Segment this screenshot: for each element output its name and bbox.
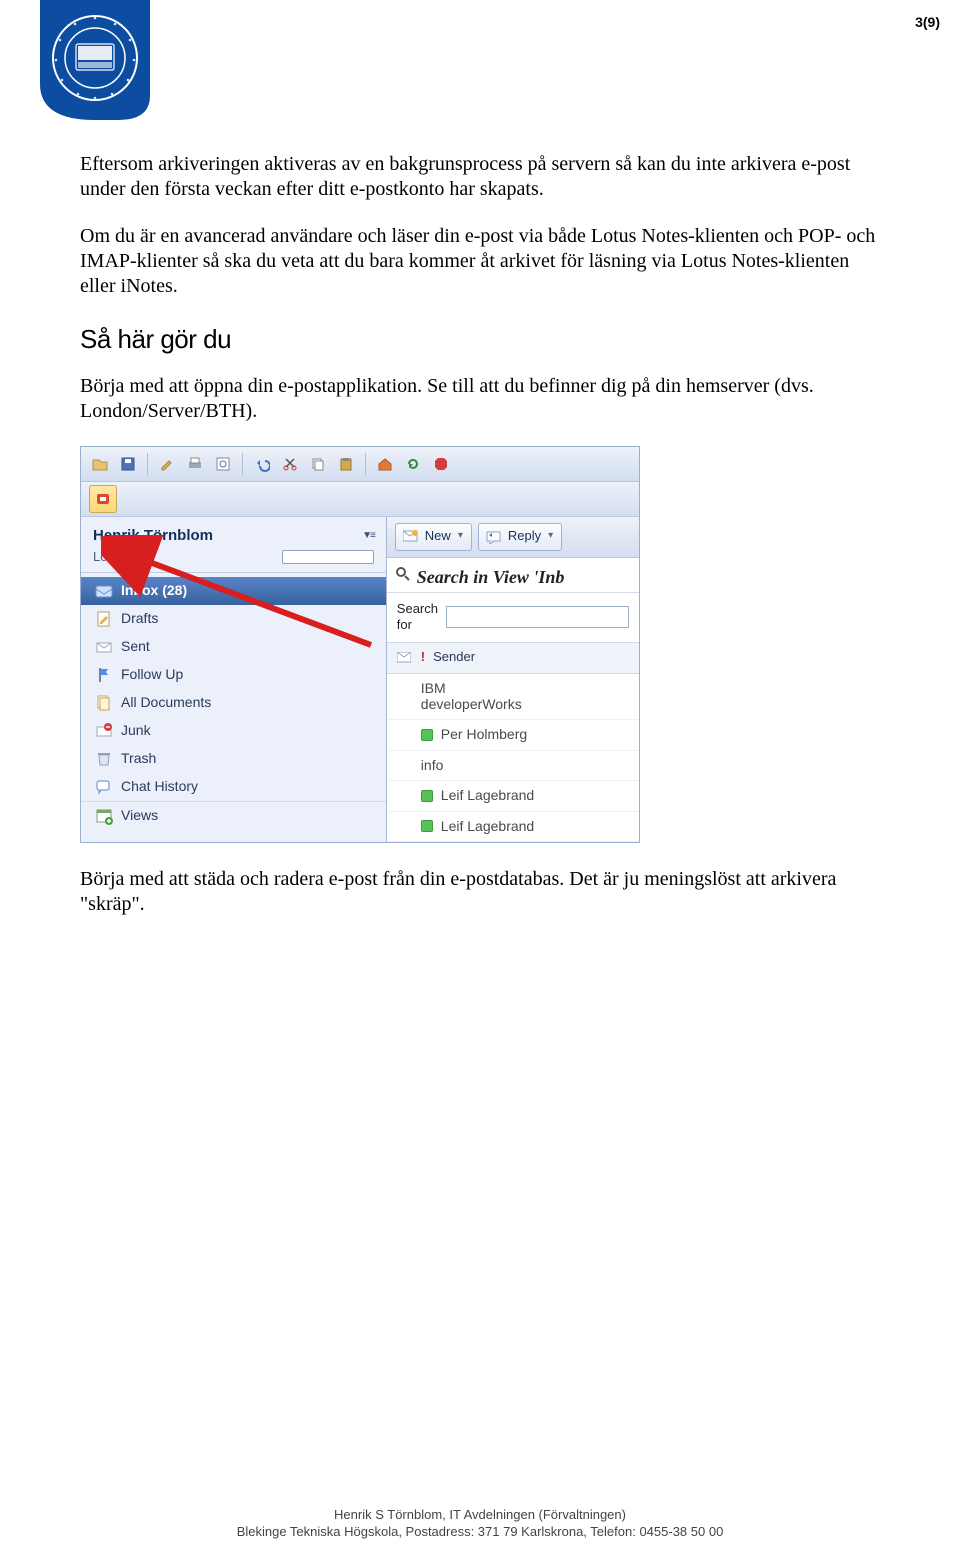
search-row: Search for (387, 593, 639, 643)
presence-available-icon (421, 729, 433, 741)
row-sender: Per Holmberg (441, 726, 527, 744)
sidebar-item-label: Trash (121, 750, 156, 768)
page-number: 3(9) (915, 14, 940, 30)
mailbox-owner: Henrik Törnblom (93, 527, 213, 546)
sidebar-item-label: Chat History (121, 778, 198, 796)
refresh-icon[interactable] (400, 451, 426, 477)
importance-icon: ! (421, 649, 425, 665)
stop-icon[interactable] (428, 451, 454, 477)
reply-icon (485, 528, 503, 546)
sidebar-item-trash[interactable]: Trash (81, 745, 386, 773)
button-label: New (425, 528, 451, 544)
quota-bar (282, 550, 374, 564)
sidebar-item-followup[interactable]: Follow Up (81, 661, 386, 689)
sent-icon (95, 638, 113, 656)
new-mail-icon (402, 528, 420, 546)
message-row[interactable]: info (387, 751, 639, 782)
message-actions: New ▾ Reply ▾ (387, 517, 639, 558)
toolbar (81, 447, 639, 482)
mail-sidebar: Henrik Törnblom ▼≡ London (81, 517, 387, 843)
row-sender: IBMdeveloperWorks (421, 680, 522, 714)
sidebar-item-label: All Documents (121, 694, 211, 712)
paste-icon[interactable] (333, 451, 359, 477)
bth-logo (40, 0, 150, 120)
undo-icon[interactable] (249, 451, 275, 477)
sidebar-item-label: Junk (121, 722, 151, 740)
message-row[interactable]: IBMdeveloperWorks (387, 674, 639, 721)
search-view-title: Search in View 'Inb (387, 558, 639, 594)
drafts-icon (95, 610, 113, 628)
section-heading: Så här gör du (80, 323, 880, 356)
presence-available-icon (421, 790, 433, 802)
column-header-sender: Sender (433, 649, 475, 665)
sidebar-item-label: Drafts (121, 610, 158, 628)
junk-icon (95, 722, 113, 740)
sidebar-item-all-documents[interactable]: All Documents (81, 689, 386, 717)
open-icon[interactable] (87, 451, 113, 477)
chat-icon (95, 778, 113, 796)
sidebar-menu-icon[interactable]: ▼≡ (362, 530, 374, 543)
all-docs-icon (95, 694, 113, 712)
paragraph: Börja med att öppna din e-postapplikatio… (80, 374, 880, 424)
sidebar-item-inbox[interactable]: Inbox (28) (81, 577, 386, 605)
save-icon[interactable] (115, 451, 141, 477)
preview-icon[interactable] (210, 451, 236, 477)
chevron-down-icon: ▾ (548, 530, 553, 543)
sidebar-header: Henrik Törnblom ▼≡ London (81, 517, 386, 573)
sidebar-item-label: Inbox (28) (121, 582, 187, 600)
sidebar-folder-list: Inbox (28) Drafts Sent (81, 573, 386, 834)
paragraph: Eftersom arkiveringen aktiveras av en ba… (80, 152, 880, 202)
presence-available-icon (421, 820, 433, 832)
copy-icon[interactable] (305, 451, 331, 477)
sidebar-item-junk[interactable]: Junk (81, 717, 386, 745)
sidebar-item-views[interactable]: Views (81, 801, 386, 830)
paragraph: Om du är en avancerad användare och läse… (80, 224, 880, 299)
sidebar-item-drafts[interactable]: Drafts (81, 605, 386, 633)
mail-server-name: London (93, 549, 136, 565)
row-sender: Leif Lagebrand (441, 787, 534, 805)
cut-icon[interactable] (277, 451, 303, 477)
row-sender: Leif Lagebrand (441, 818, 534, 836)
edit-icon[interactable] (154, 451, 180, 477)
sametime-status-icon[interactable] (89, 485, 117, 513)
lotus-notes-screenshot: Henrik Törnblom ▼≡ London (80, 446, 640, 844)
button-label: Reply (508, 528, 541, 544)
paragraph: Börja med att städa och radera e-post fr… (80, 867, 880, 917)
row-sender: info (421, 757, 444, 775)
message-list-header[interactable]: ! Sender (387, 643, 639, 674)
search-icon (395, 566, 411, 582)
sub-toolbar (81, 482, 639, 517)
message-pane: New ▾ Reply ▾ (387, 517, 639, 843)
reply-button[interactable]: Reply ▾ (478, 523, 562, 551)
message-row[interactable]: Per Holmberg (387, 720, 639, 751)
print-icon[interactable] (182, 451, 208, 477)
message-row[interactable]: Leif Lagebrand (387, 781, 639, 812)
message-row[interactable]: Leif Lagebrand (387, 812, 639, 843)
new-mail-button[interactable]: New ▾ (395, 523, 472, 551)
sidebar-item-label: Follow Up (121, 666, 183, 684)
home-icon[interactable] (372, 451, 398, 477)
page-footer: Henrik S Törnblom, IT Avdelningen (Förva… (0, 1507, 960, 1541)
trash-icon (95, 750, 113, 768)
sidebar-item-chat-history[interactable]: Chat History (81, 773, 386, 801)
inbox-icon (95, 582, 113, 600)
sidebar-item-label: Sent (121, 638, 150, 656)
views-icon (95, 807, 113, 825)
sidebar-item-label: Views (121, 807, 158, 825)
search-input[interactable] (446, 606, 629, 628)
sidebar-item-sent[interactable]: Sent (81, 633, 386, 661)
chevron-down-icon: ▾ (458, 530, 463, 543)
flag-icon (95, 666, 113, 684)
envelope-icon (395, 649, 413, 667)
search-label: Search for (397, 601, 438, 634)
